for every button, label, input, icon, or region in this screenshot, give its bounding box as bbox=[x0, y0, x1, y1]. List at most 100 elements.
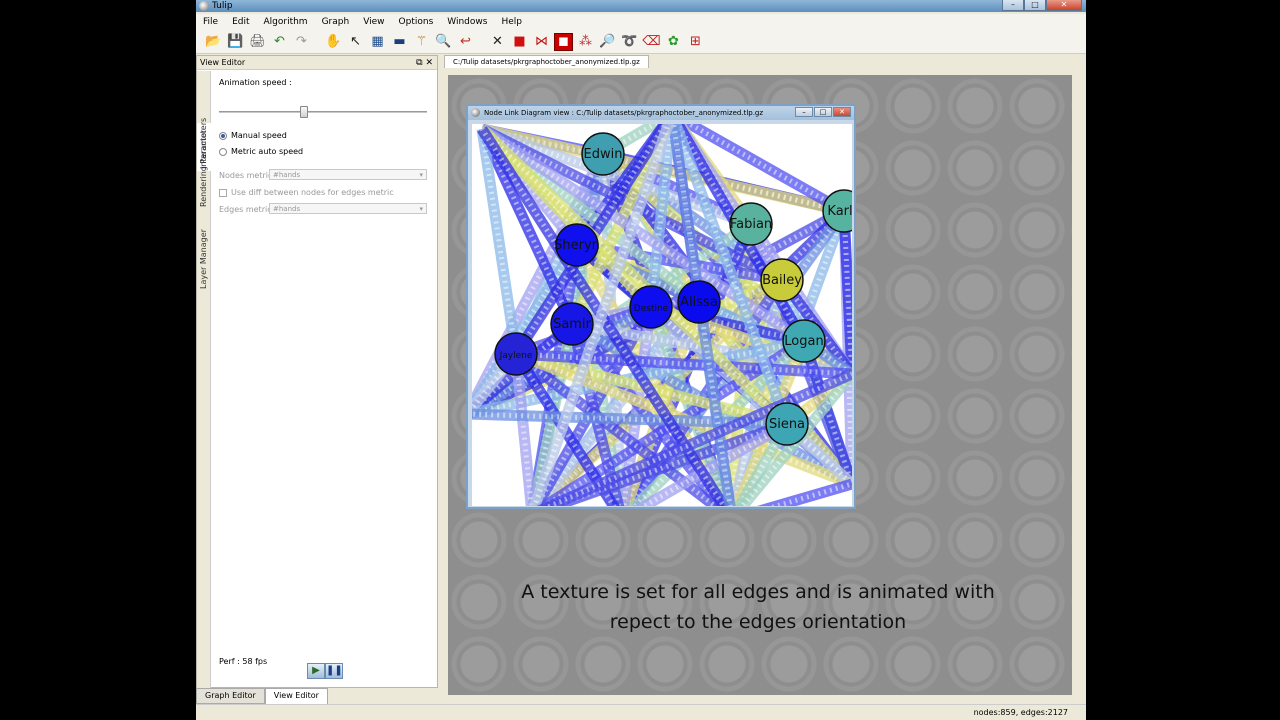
save-icon[interactable]: 💾 bbox=[226, 33, 245, 51]
graph-node[interactable]: Destine bbox=[629, 285, 673, 329]
node-editor-icon[interactable]: ◼ bbox=[554, 32, 573, 51]
fisheye-icon[interactable]: ⊞ bbox=[686, 33, 705, 51]
tab-layer-manager[interactable]: Layer Manager bbox=[197, 221, 211, 291]
tulip-window: Tulip – □ ✕ File Edit Algorithm Graph Vi… bbox=[196, 0, 1086, 720]
node-link-view-window: Node Link Diagram view : C:/Tulip datase… bbox=[466, 104, 856, 509]
dock-bottom-tabs: Graph Editor View Editor bbox=[196, 688, 328, 704]
use-diff-label: Use diff between nodes for edges metric bbox=[231, 188, 394, 197]
caption-line: A texture is set for all edges and is an… bbox=[521, 581, 995, 603]
tab-rendering-parameters[interactable]: Rendering Parameters bbox=[197, 118, 211, 221]
node-label: Samir bbox=[553, 317, 591, 332]
metric-auto-speed-label: Metric auto speed bbox=[231, 147, 304, 156]
edges-metric-select[interactable]: #hands bbox=[269, 203, 427, 214]
node-label: Edwin bbox=[584, 147, 623, 162]
menu-edit[interactable]: Edit bbox=[225, 17, 256, 27]
status-bar: nodes:859, edges:2127 bbox=[196, 704, 1086, 720]
view-title: Node Link Diagram view : C:/Tulip datase… bbox=[484, 109, 764, 117]
menu-algorithm[interactable]: Algorithm bbox=[257, 17, 315, 27]
side-tabs: Interactor Rendering Parameters Layer Ma… bbox=[197, 71, 211, 689]
redo-icon[interactable]: ↷ bbox=[292, 33, 311, 51]
graph-node[interactable]: Samir bbox=[550, 302, 594, 346]
animation-speed-slider[interactable] bbox=[219, 111, 427, 113]
graph-node[interactable]: Alissa bbox=[677, 280, 721, 324]
menu-file[interactable]: File bbox=[196, 17, 225, 27]
nodes-metric-select[interactable]: #hands bbox=[269, 169, 427, 180]
node-label: Karlo bbox=[827, 204, 852, 219]
float-icon[interactable]: ⧉ bbox=[416, 58, 422, 68]
menu-bar: File Edit Algorithm Graph View Options W… bbox=[196, 14, 1086, 30]
magic-wand-icon[interactable]: ⚚ bbox=[412, 33, 431, 51]
graph-canvas[interactable]: Edwin Karlo Fabian Sheryn Bailey Alissa Destin… bbox=[472, 124, 852, 506]
use-diff-option[interactable]: Use diff between nodes for edges metric bbox=[219, 188, 394, 197]
dock-title: View Editor bbox=[200, 58, 246, 67]
menu-help[interactable]: Help bbox=[494, 17, 529, 27]
graph-node[interactable]: Jaylene bbox=[494, 332, 538, 376]
view-editor-dock: View Editor ⧉ ✕ Interactor Rendering Par… bbox=[196, 55, 438, 689]
animation-speed-label: Animation speed : bbox=[219, 78, 292, 87]
view-close-button[interactable]: ✕ bbox=[833, 107, 851, 117]
workspace-area: Node Link Diagram view : C:/Tulip datase… bbox=[448, 75, 1072, 695]
add-node-icon[interactable]: ■ bbox=[510, 33, 529, 51]
rectangle-select-icon[interactable]: ▬ bbox=[390, 33, 409, 51]
document-tab[interactable]: C:/Tulip datasets/pkrgraphoctober_anonym… bbox=[444, 55, 649, 68]
manual-speed-option[interactable]: Manual speed bbox=[219, 131, 287, 140]
node-label: Alissa bbox=[680, 295, 718, 310]
checkbox-icon bbox=[219, 188, 227, 197]
close-button[interactable]: ✕ bbox=[1046, 0, 1082, 11]
magnify-icon[interactable]: 🔎 bbox=[598, 33, 617, 51]
dock-close-icon[interactable]: ✕ bbox=[425, 58, 433, 68]
menu-windows[interactable]: Windows bbox=[440, 17, 494, 27]
graph-stats: nodes:859, edges:2127 bbox=[973, 708, 1068, 717]
view-title-bar: Node Link Diagram view : C:/Tulip datase… bbox=[468, 106, 854, 120]
zoom-icon[interactable]: 🔍 bbox=[434, 33, 453, 51]
graph-node[interactable]: Bailey bbox=[760, 258, 804, 302]
graph-node[interactable]: Siena bbox=[765, 402, 809, 446]
tab-graph-editor[interactable]: Graph Editor bbox=[196, 688, 265, 704]
menu-graph[interactable]: Graph bbox=[315, 17, 357, 27]
title-bar: Tulip – □ ✕ bbox=[196, 0, 1086, 12]
radio-unselected-icon bbox=[219, 147, 227, 156]
graph-node[interactable]: Fabian bbox=[729, 202, 773, 246]
add-edge-icon[interactable]: ⋈ bbox=[532, 33, 551, 51]
edge-bend-icon[interactable]: ↩ bbox=[456, 33, 475, 51]
tulip-view-icon bbox=[471, 108, 480, 117]
node-label: Sheryn bbox=[554, 238, 600, 253]
lasso-icon[interactable]: ➰ bbox=[620, 33, 639, 51]
play-button[interactable]: ▶ bbox=[307, 663, 325, 679]
view-minimize-button[interactable]: – bbox=[795, 107, 813, 117]
selection-box-icon[interactable]: ▦ bbox=[368, 33, 387, 51]
window-title: Tulip bbox=[212, 1, 233, 11]
graph-drawing[interactable]: Edwin Karlo Fabian Sheryn Bailey Alissa Destin… bbox=[472, 124, 852, 506]
menu-options[interactable]: Options bbox=[392, 17, 441, 27]
tutorial-caption: A texture is set for all edges and is an… bbox=[488, 577, 1028, 637]
metric-auto-speed-option[interactable]: Metric auto speed bbox=[219, 147, 303, 156]
animation-speed-handle[interactable] bbox=[300, 106, 309, 118]
tab-view-editor[interactable]: View Editor bbox=[264, 688, 328, 704]
hand-navigate-icon[interactable]: ✋ bbox=[324, 33, 343, 51]
node-label: Jaylene bbox=[499, 351, 533, 361]
menu-view[interactable]: View bbox=[356, 17, 391, 27]
manual-speed-label: Manual speed bbox=[231, 131, 287, 140]
caption-line: repect to the edges orientation bbox=[609, 611, 907, 633]
tulip-app-icon bbox=[199, 1, 209, 11]
open-icon[interactable]: 📂 bbox=[204, 33, 223, 51]
select-pointer-icon[interactable]: ↖ bbox=[346, 33, 365, 51]
minimize-button[interactable]: – bbox=[1002, 0, 1024, 11]
graph-node[interactable]: Edwin bbox=[581, 132, 625, 176]
maximize-button[interactable]: □ bbox=[1024, 0, 1046, 11]
node-label: Siena bbox=[769, 417, 805, 432]
print-icon[interactable]: 🖨 bbox=[248, 33, 267, 51]
perf-readout: Perf : 58 fps bbox=[219, 657, 268, 666]
neighborhood-icon[interactable]: ✿ bbox=[664, 33, 683, 51]
graph-node[interactable]: Sheryn bbox=[554, 223, 600, 267]
delete-element-icon[interactable]: ⌫ bbox=[642, 33, 661, 51]
view-maximize-button[interactable]: □ bbox=[814, 107, 832, 117]
node-label: Destine bbox=[634, 304, 669, 314]
node-label: Fabian bbox=[730, 217, 772, 232]
graph-node[interactable]: Logan bbox=[782, 319, 826, 363]
delete-icon[interactable]: ✕ bbox=[488, 33, 507, 51]
graph-select-icon[interactable]: ⁂ bbox=[576, 33, 595, 51]
undo-icon[interactable]: ↶ bbox=[270, 33, 289, 51]
dock-header: View Editor ⧉ ✕ bbox=[197, 56, 437, 70]
pause-button[interactable]: ❚❚ bbox=[325, 663, 343, 679]
